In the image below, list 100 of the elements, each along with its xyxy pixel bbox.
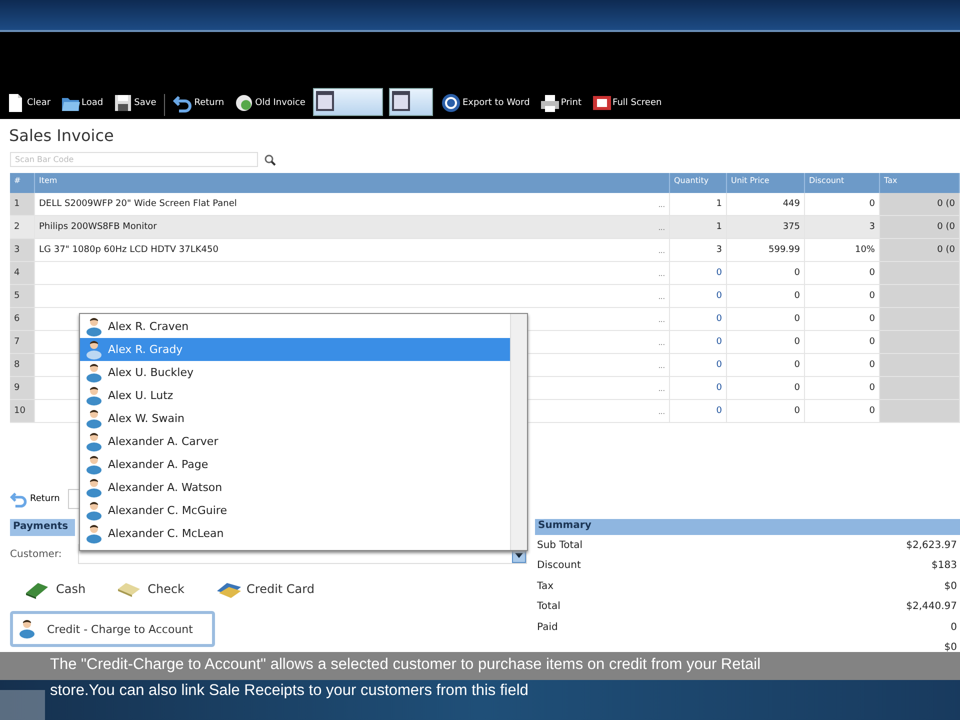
row-number: 1	[10, 193, 35, 216]
tax-cell: 0 (0	[880, 239, 960, 262]
person-icon	[86, 432, 102, 452]
price-cell: 0	[727, 262, 805, 285]
discount-cell: 0	[805, 377, 880, 400]
quantity-cell: 0	[670, 354, 727, 377]
toolbar-button[interactable]: Export to Word	[439, 90, 532, 116]
section-header: Summary	[535, 519, 960, 535]
customer-option[interactable]: Alexander A. Watson	[80, 476, 510, 499]
more-button[interactable]: ...	[658, 246, 665, 254]
customer-option[interactable]: Alexander C. McGuire	[80, 499, 510, 522]
person-icon	[86, 362, 102, 382]
layout-button[interactable]	[389, 88, 434, 116]
customer-option[interactable]: Alex R. Craven	[80, 315, 510, 338]
price-cell: 599.99	[727, 239, 805, 262]
section-header: Payments	[10, 519, 75, 536]
quantity-cell: 0	[670, 377, 727, 400]
row-number: 9	[10, 377, 35, 400]
more-button[interactable]: ...	[658, 314, 665, 324]
price-cell: 0	[727, 308, 805, 331]
row-number: 2	[10, 216, 35, 239]
caption-line: store.You can also link Sale Receipts to your customers from this field	[50, 681, 528, 701]
price-cell: 375	[727, 216, 805, 239]
more-button[interactable]: ...	[658, 222, 665, 232]
printer-icon	[540, 93, 560, 113]
payment-button[interactable]: Check	[116, 579, 185, 599]
person-icon	[86, 316, 102, 336]
more-button[interactable]: ...	[658, 200, 665, 208]
price-cell: 0	[727, 285, 805, 308]
price-cell: 0	[727, 331, 805, 354]
more-button[interactable]: ...	[658, 268, 665, 278]
customer-option[interactable]: Alex W. Swain	[80, 407, 510, 430]
column-header: Discount	[805, 173, 880, 193]
quantity-cell: 0	[670, 400, 727, 423]
price-cell: 0	[727, 354, 805, 377]
row-number: 5	[10, 285, 35, 308]
caption-line: The "Credit-Charge to Account" allows a selected customer to purchase items on credit from your Retail	[50, 655, 761, 675]
row-number: 10	[10, 400, 35, 423]
summary-value: $2,440.97	[906, 601, 957, 612]
row-number: 8	[10, 354, 35, 377]
summary-value: $2,623.97	[906, 540, 957, 551]
payment-button[interactable]: Cash	[24, 579, 86, 599]
scrollbar[interactable]	[510, 314, 527, 550]
summary-label: Sub Total	[537, 540, 583, 551]
summary-value: $183	[932, 560, 957, 572]
toolbar-button[interactable]: Clear	[4, 90, 53, 116]
toolbar-button[interactable]: Return	[171, 90, 226, 116]
layout-button[interactable]	[313, 88, 384, 116]
page-title: Sales Invoice	[9, 126, 115, 146]
barcode-field[interactable]: Scan Bar Code	[10, 152, 258, 167]
discount-cell: 0	[805, 354, 880, 377]
discount-cell: 0	[805, 193, 880, 216]
person-icon	[86, 478, 102, 498]
toolbar-button[interactable]: Old Invoice	[232, 90, 308, 116]
row-number: 7	[10, 331, 35, 354]
person-icon	[86, 454, 102, 474]
row-number: 4	[10, 262, 35, 285]
summary-value: $0	[944, 580, 957, 592]
payment-button[interactable]: Credit Card	[214, 579, 314, 599]
more-button[interactable]: ...	[658, 406, 665, 416]
more-button[interactable]: ...	[658, 338, 665, 346]
discount-cell: 0	[805, 262, 880, 285]
quantity-cell: 0	[670, 331, 727, 354]
window-icon	[392, 91, 410, 111]
person-icon	[86, 340, 102, 360]
toolbar-button[interactable]: Load	[58, 90, 106, 116]
discount-cell: 0	[805, 400, 880, 423]
return-button[interactable]: Return	[10, 490, 60, 508]
tax-cell: 0 (0	[880, 216, 960, 239]
customer-option[interactable]: Alex U. Lutz	[80, 384, 510, 407]
discount-cell: 0	[805, 308, 880, 331]
row-number: 3	[10, 239, 35, 262]
discount-cell: 0	[805, 331, 880, 354]
person-icon	[19, 619, 35, 639]
summary-label: Paid	[537, 622, 558, 633]
price-cell: 0	[727, 400, 805, 423]
tax-cell: 0 (0	[880, 193, 960, 216]
quantity-cell: 3	[670, 239, 727, 262]
quantity-cell: 0	[670, 308, 727, 331]
more-button[interactable]: ...	[658, 360, 665, 370]
item-name: Philips 200WS8FB Monitor	[39, 222, 157, 232]
person-icon	[86, 408, 102, 428]
column-header: #	[10, 173, 35, 193]
column-header: Quantity	[670, 173, 727, 193]
item-name: DELL S2009WFP 20" Wide Screen Flat Panel	[39, 199, 237, 209]
customer-option[interactable]: Alexander A. Carver	[80, 430, 510, 453]
toolbar-button[interactable]: Save	[111, 90, 158, 116]
return-icon	[173, 93, 194, 113]
search-icon[interactable]	[264, 154, 276, 166]
toolbar-button[interactable]: Print	[538, 90, 584, 116]
more-button[interactable]: ...	[658, 384, 665, 392]
summary-label: Total	[537, 601, 560, 612]
toolbar-button[interactable]: Full Screen	[590, 90, 664, 116]
summary-value: 0	[950, 622, 957, 633]
credit-button[interactable]: Credit - Charge to Account	[10, 611, 215, 647]
customer-option[interactable]: Alexander C. McLean	[80, 522, 510, 545]
customer-option[interactable]: Alex U. Buckley	[80, 361, 510, 384]
price-cell: 449	[727, 193, 805, 216]
more-button[interactable]: ...	[658, 292, 665, 300]
customer-option[interactable]: Alexander A. Page	[80, 453, 510, 476]
